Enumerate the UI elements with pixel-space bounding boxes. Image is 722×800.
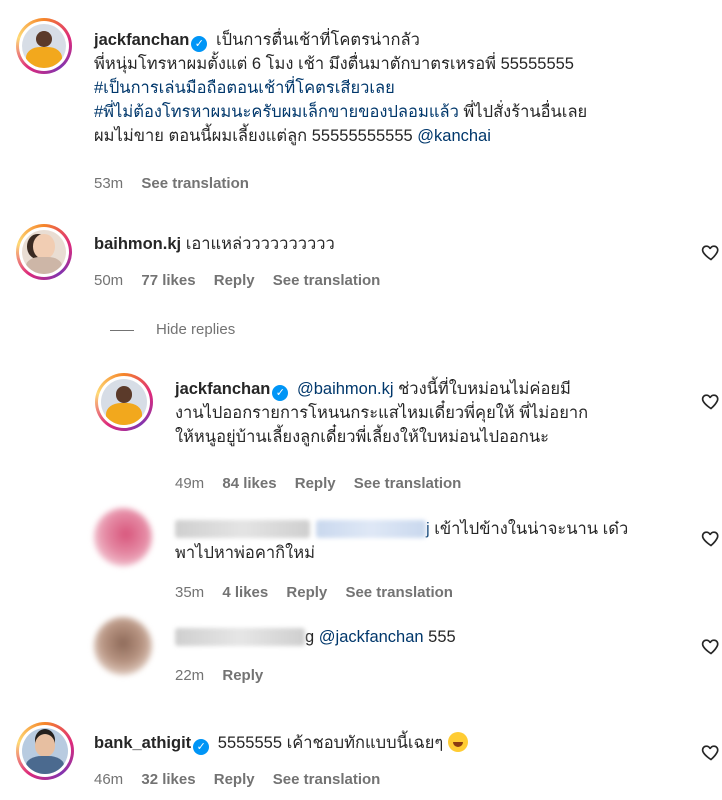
verified-badge-icon: ✓ [193,739,210,755]
see-translation-button[interactable]: See translation [273,771,381,788]
reply-button[interactable]: Reply [214,771,255,788]
username[interactable]: jackfanchan [175,380,270,398]
heart-outline-icon[interactable] [701,391,721,411]
comment-text-line: ผมไม่ขาย ตอนนี้ผมเลี้ยงแต่ลูก 5555555555… [94,127,418,145]
username[interactable]: baihmon.kj [94,235,181,253]
timestamp[interactable]: 46m [94,771,123,788]
likes-count[interactable]: 32 likes [141,771,195,788]
comment-text-line: เข้าไปข้างในน่าจะนาน เด๋ว [429,520,629,538]
username[interactable]: bank_athigit [94,734,191,752]
hide-replies-button[interactable]: Hide replies [110,321,235,338]
blurred-mention[interactable] [316,520,426,538]
comment-text-line: ช่วงนี้ที่ใบหม่อนไม่ค่อยมี [393,380,571,398]
timestamp[interactable]: 22m [175,667,204,684]
timestamp[interactable]: 53m [94,175,123,192]
avatar-blurred[interactable] [94,617,152,675]
verified-badge-icon: ✓ [191,36,208,52]
comment-body: g @jackfanchan 555 [175,625,695,649]
comment-text-line: พี่ไปสั่งร้านอื่นเลย [458,103,588,121]
verified-badge-icon: ✓ [272,385,289,401]
comment-meta: 50m 77 likes Reply See translation [94,272,394,289]
likes-count[interactable]: 77 likes [141,272,195,289]
avatar-bank-athigit[interactable] [16,722,74,780]
mention-link[interactable]: @kanchai [417,127,491,145]
comment-body: j เข้าไปข้างในน่าจะนาน เด๋ว พาไปหาพ่อคาก… [175,517,695,565]
reply-button[interactable]: Reply [222,667,263,684]
see-translation-button[interactable]: See translation [141,175,249,192]
comment-meta: 49m 84 likes Reply See translation [175,475,475,492]
see-translation-button[interactable]: See translation [273,272,381,289]
comment-text: 5555555 เค้าชอบทักแบบนี้เฉยๆ [217,734,444,752]
reply-button[interactable]: Reply [295,475,336,492]
timestamp[interactable]: 35m [175,584,204,601]
comment-meta: 35m 4 likes Reply See translation [175,584,467,601]
heart-outline-icon[interactable] [701,242,721,262]
comment-meta: 53m See translation [94,175,263,192]
heart-outline-icon[interactable] [701,528,721,548]
comment-text-line: พาไปหาพ่อคากิใหม่ [175,544,315,562]
laughing-tears-emoji-icon [447,732,468,752]
comment-body: jackfanchan ✓ เป็นการตื่นเช้าที่โคตรน่ากล… [94,28,704,148]
see-translation-button[interactable]: See translation [354,475,462,492]
comment-meta: 22m Reply [175,667,277,684]
see-translation-button[interactable]: See translation [345,584,453,601]
comment-text-line: ให้หนูอยู่บ้านเลี้ยงลูกเดี๋ยวพี่เลี้ยงให… [175,428,550,446]
avatar-baihmon[interactable] [16,224,72,280]
avatar-blurred[interactable] [94,508,152,566]
timestamp[interactable]: 49m [175,475,204,492]
blurred-username[interactable] [175,520,310,538]
hashtag-link[interactable]: #เป็นการเล่นมือถือตอนเช้าที่โคตรเสียวเลย [94,79,395,97]
comment-meta: 46m 32 likes Reply See translation [94,771,394,788]
hide-replies-label: Hide replies [156,321,236,338]
comment-text-line: พี่หนุ่มโทรหาผมตั้งแต่ 6 โมง เช้า มึงตื่… [94,55,574,73]
mention-link[interactable]: @baihmon.kj [297,380,394,398]
blurred-username[interactable] [175,628,305,646]
username-suffix: g [305,628,315,646]
heart-outline-icon[interactable] [701,636,721,656]
avatar-jackfanchan[interactable] [95,373,153,431]
avatar-jackfanchan[interactable] [16,18,72,74]
mention-link[interactable]: @jackfanchan [319,628,424,646]
comment-body: bank_athigit ✓ 5555555 เค้าชอบทักแบบนี้เฉ… [94,731,468,755]
likes-count[interactable]: 4 likes [222,584,268,601]
reply-button[interactable]: Reply [214,272,255,289]
timestamp[interactable]: 50m [94,272,123,289]
comment-text-line: งานไปออกรายการโหนนกระแสไหมเดี๋ยวพี่คุยให… [175,404,589,422]
comment-body: jackfanchan ✓ @baihmon.kj ช่วงนี้ที่ใบหม่… [175,377,695,449]
comment-text: เอาแหล่วววววววววว [185,235,335,253]
comment-body: baihmon.kj เอาแหล่วววววววววว [94,232,335,256]
comment-text-line: เป็นการตื่นเช้าที่โคตรน่ากลัว [215,31,420,49]
heart-outline-icon[interactable] [701,742,721,762]
hashtag-link[interactable]: #พี่ไม่ต้องโทรหาผมนะครับผมเล็กขายของปลอม… [94,103,459,121]
username[interactable]: jackfanchan [94,31,189,49]
comment-text: 555 [423,628,456,646]
reply-button[interactable]: Reply [286,584,327,601]
likes-count[interactable]: 84 likes [222,475,276,492]
divider [110,329,134,331]
